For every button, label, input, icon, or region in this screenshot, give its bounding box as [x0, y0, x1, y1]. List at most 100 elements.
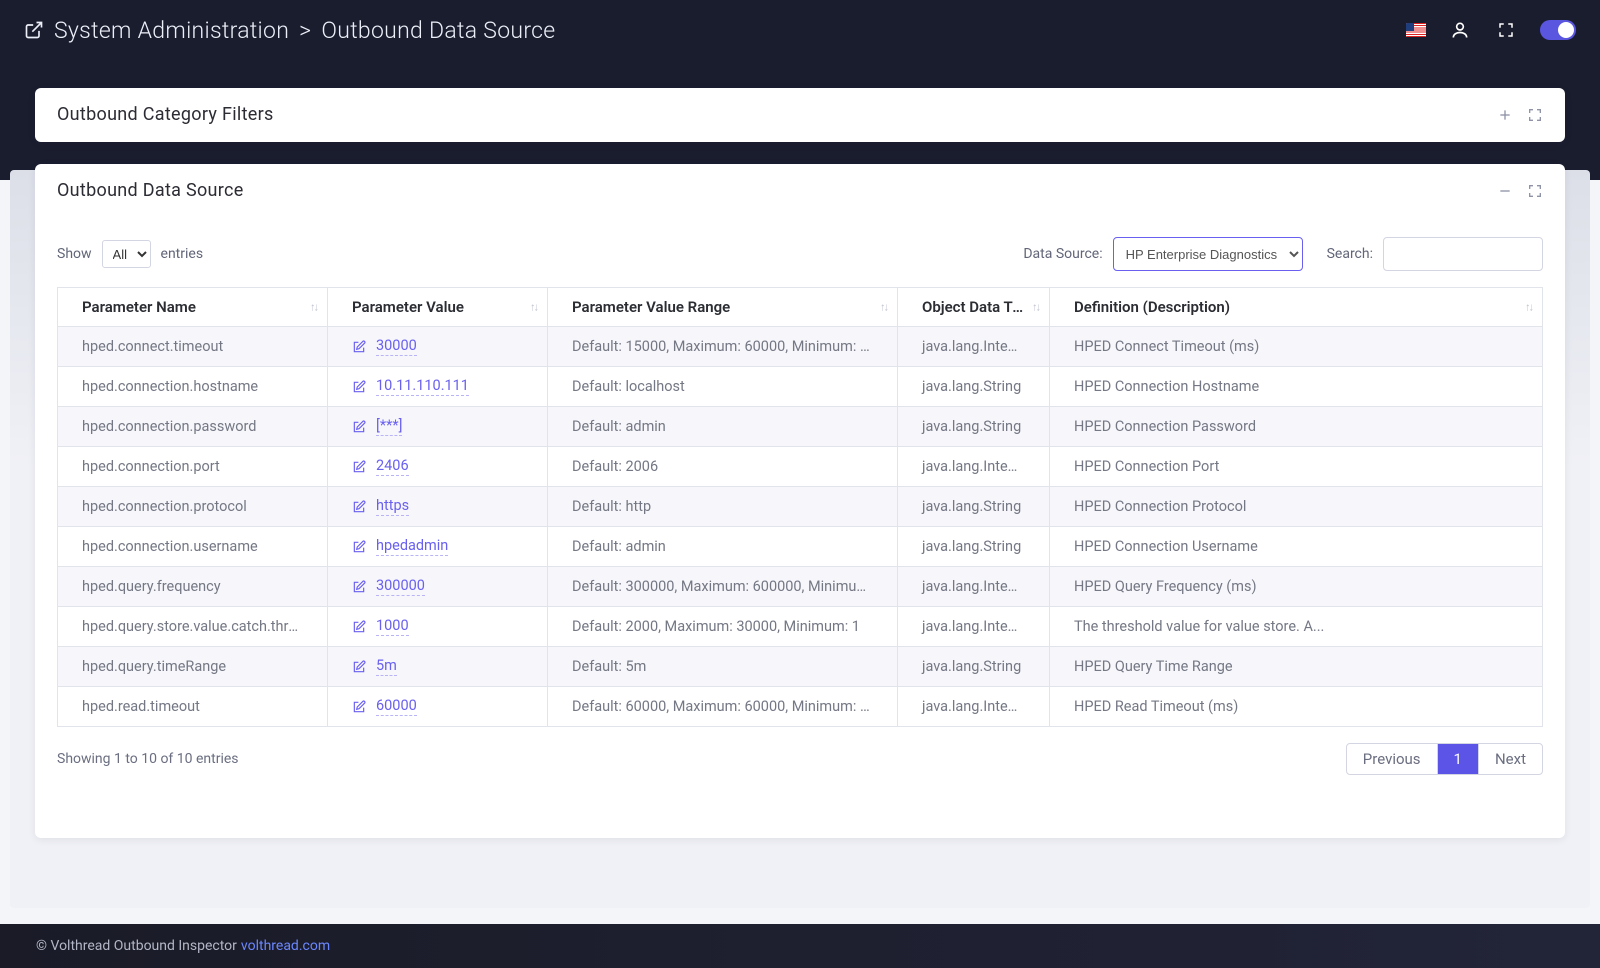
cell-parameter-range: Default: admin [548, 527, 898, 567]
breadcrumb-root[interactable]: System Administration [54, 17, 289, 44]
parameter-value-link[interactable]: 2406 [376, 457, 409, 476]
cell-definition: HPED Connection Username [1050, 527, 1543, 567]
cell-object-type: java.lang.String [898, 407, 1050, 447]
cell-object-type: java.lang.Integer [898, 567, 1050, 607]
cell-parameter-value: 300000 [328, 567, 548, 607]
table-row: hped.connection.port 2406 Default: 2006jav… [58, 447, 1543, 487]
cell-parameter-name: hped.query.store.value.catch.threshold [58, 607, 328, 647]
cell-object-type: java.lang.Integer [898, 687, 1050, 727]
cell-parameter-name: hped.connection.protocol [58, 487, 328, 527]
edit-icon[interactable] [352, 500, 366, 514]
cell-parameter-name: hped.connection.port [58, 447, 328, 487]
col-parameter-range[interactable]: Parameter Value Range↑↓ [548, 288, 898, 327]
cell-parameter-range: Default: 5m [548, 647, 898, 687]
breadcrumb: System Administration > Outbound Data So… [24, 17, 556, 44]
cell-object-type: java.lang.Integer [898, 327, 1050, 367]
cell-definition: HPED Connection Hostname [1050, 367, 1543, 407]
breadcrumb-sep: > [299, 17, 311, 44]
edit-icon[interactable] [352, 340, 366, 354]
cell-definition: HPED Query Frequency (ms) [1050, 567, 1543, 607]
parameter-value-link[interactable]: 1000 [376, 617, 409, 636]
breadcrumb-leaf[interactable]: Outbound Data Source [321, 17, 555, 44]
cell-parameter-range: Default: 2000, Maximum: 30000, Minimum: … [548, 607, 898, 647]
datasource-card: Outbound Data Source Show All entries Da… [35, 164, 1565, 838]
footer-copyright: © Volthread Outbound Inspector [36, 938, 237, 954]
cell-definition: HPED Query Time Range [1050, 647, 1543, 687]
col-parameter-value[interactable]: Parameter Value↑↓ [328, 288, 548, 327]
cell-parameter-range: Default: localhost [548, 367, 898, 407]
edit-icon[interactable] [352, 540, 366, 554]
cell-parameter-name: hped.connection.username [58, 527, 328, 567]
expand-icon[interactable] [1527, 107, 1543, 123]
table-row: hped.connection.username hpedadmin Default… [58, 527, 1543, 567]
cell-parameter-range: Default: 2006 [548, 447, 898, 487]
table-row: hped.query.store.value.catch.threshold 10… [58, 607, 1543, 647]
cell-object-type: java.lang.Integer [898, 607, 1050, 647]
edit-icon[interactable] [352, 460, 366, 474]
cell-object-type: java.lang.String [898, 487, 1050, 527]
cell-parameter-value: 2406 [328, 447, 548, 487]
cell-definition: HPED Connection Port [1050, 447, 1543, 487]
col-parameter-name[interactable]: Parameter Name↑↓ [58, 288, 328, 327]
search-input[interactable] [1383, 237, 1543, 271]
pager-page-1[interactable]: 1 [1438, 744, 1479, 774]
pager-previous[interactable]: Previous [1347, 744, 1438, 774]
parameter-value-link[interactable]: 5m [376, 657, 397, 676]
col-definition[interactable]: Definition (Description)↑↓ [1050, 288, 1543, 327]
cell-object-type: java.lang.String [898, 367, 1050, 407]
cell-parameter-value: hpedadmin [328, 527, 548, 567]
cell-object-type: java.lang.String [898, 647, 1050, 687]
edit-icon[interactable] [352, 580, 366, 594]
cell-definition: HPED Connection Protocol [1050, 487, 1543, 527]
edit-icon[interactable] [352, 380, 366, 394]
datasource-card-title: Outbound Data Source [57, 180, 244, 201]
parameter-value-link[interactable]: 10.11.110.111 [376, 377, 469, 396]
cell-parameter-value: https [328, 487, 548, 527]
parameter-value-link[interactable]: 60000 [376, 697, 417, 716]
minimize-icon[interactable] [1497, 183, 1513, 199]
cell-parameter-value: 60000 [328, 687, 548, 727]
show-label: Show [57, 246, 92, 262]
cell-parameter-name: hped.read.timeout [58, 687, 328, 727]
cell-object-type: java.lang.Integer [898, 447, 1050, 487]
table-row: hped.read.timeout 60000 Default: 60000, Ma… [58, 687, 1543, 727]
entries-select[interactable]: All [102, 240, 151, 268]
cell-definition: The threshold value for value store. A..… [1050, 607, 1543, 647]
table-row: hped.connect.timeout30000Default: 15000,… [58, 327, 1543, 367]
col-object-type[interactable]: Object Data Type↑↓ [898, 288, 1050, 327]
cell-parameter-value: [***] [328, 407, 548, 447]
external-link-icon [24, 20, 44, 40]
parameter-value-link[interactable]: hpedadmin [376, 537, 448, 556]
cell-object-type: java.lang.String [898, 527, 1050, 567]
filters-card: Outbound Category Filters [35, 88, 1565, 142]
plus-icon[interactable] [1497, 107, 1513, 123]
edit-icon[interactable] [352, 700, 366, 714]
cell-parameter-value: 10.11.110.111 [328, 367, 548, 407]
cell-parameter-name: hped.connection.hostname [58, 367, 328, 407]
filters-card-title: Outbound Category Filters [57, 104, 274, 125]
edit-icon[interactable] [352, 420, 366, 434]
expand-icon[interactable] [1527, 183, 1543, 199]
edit-icon[interactable] [352, 620, 366, 634]
cell-parameter-name: hped.query.timeRange [58, 647, 328, 687]
datasource-select[interactable]: HP Enterprise Diagnostics [1113, 237, 1303, 271]
cell-parameter-range: Default: 15000, Maximum: 60000, Minimum:… [548, 327, 898, 367]
fullscreen-icon[interactable] [1494, 18, 1518, 42]
table-row: hped.connection.protocolhttpsDefault: ht… [58, 487, 1543, 527]
cell-parameter-name: hped.query.frequency [58, 567, 328, 607]
table-row: hped.connection.password[***]Default: ad… [58, 407, 1543, 447]
parameters-table: Parameter Name↑↓ Parameter Value↑↓ Param… [57, 287, 1543, 727]
footer-link[interactable]: volthread.com [241, 938, 330, 954]
cell-parameter-range: Default: 60000, Maximum: 60000, Minimum:… [548, 687, 898, 727]
parameter-value-link[interactable]: [***] [376, 417, 402, 436]
parameter-value-link[interactable]: 30000 [376, 337, 417, 356]
table-row: hped.query.frequency300000Default: 30000… [58, 567, 1543, 607]
parameter-value-link[interactable]: 300000 [376, 577, 425, 596]
theme-toggle[interactable] [1540, 20, 1576, 40]
locale-flag-icon[interactable] [1406, 23, 1426, 37]
user-icon[interactable] [1448, 18, 1472, 42]
pager-next[interactable]: Next [1479, 744, 1542, 774]
parameter-value-link[interactable]: https [376, 497, 409, 516]
edit-icon[interactable] [352, 660, 366, 674]
table-row: hped.query.timeRange 5m Default: 5mjava.la… [58, 647, 1543, 687]
